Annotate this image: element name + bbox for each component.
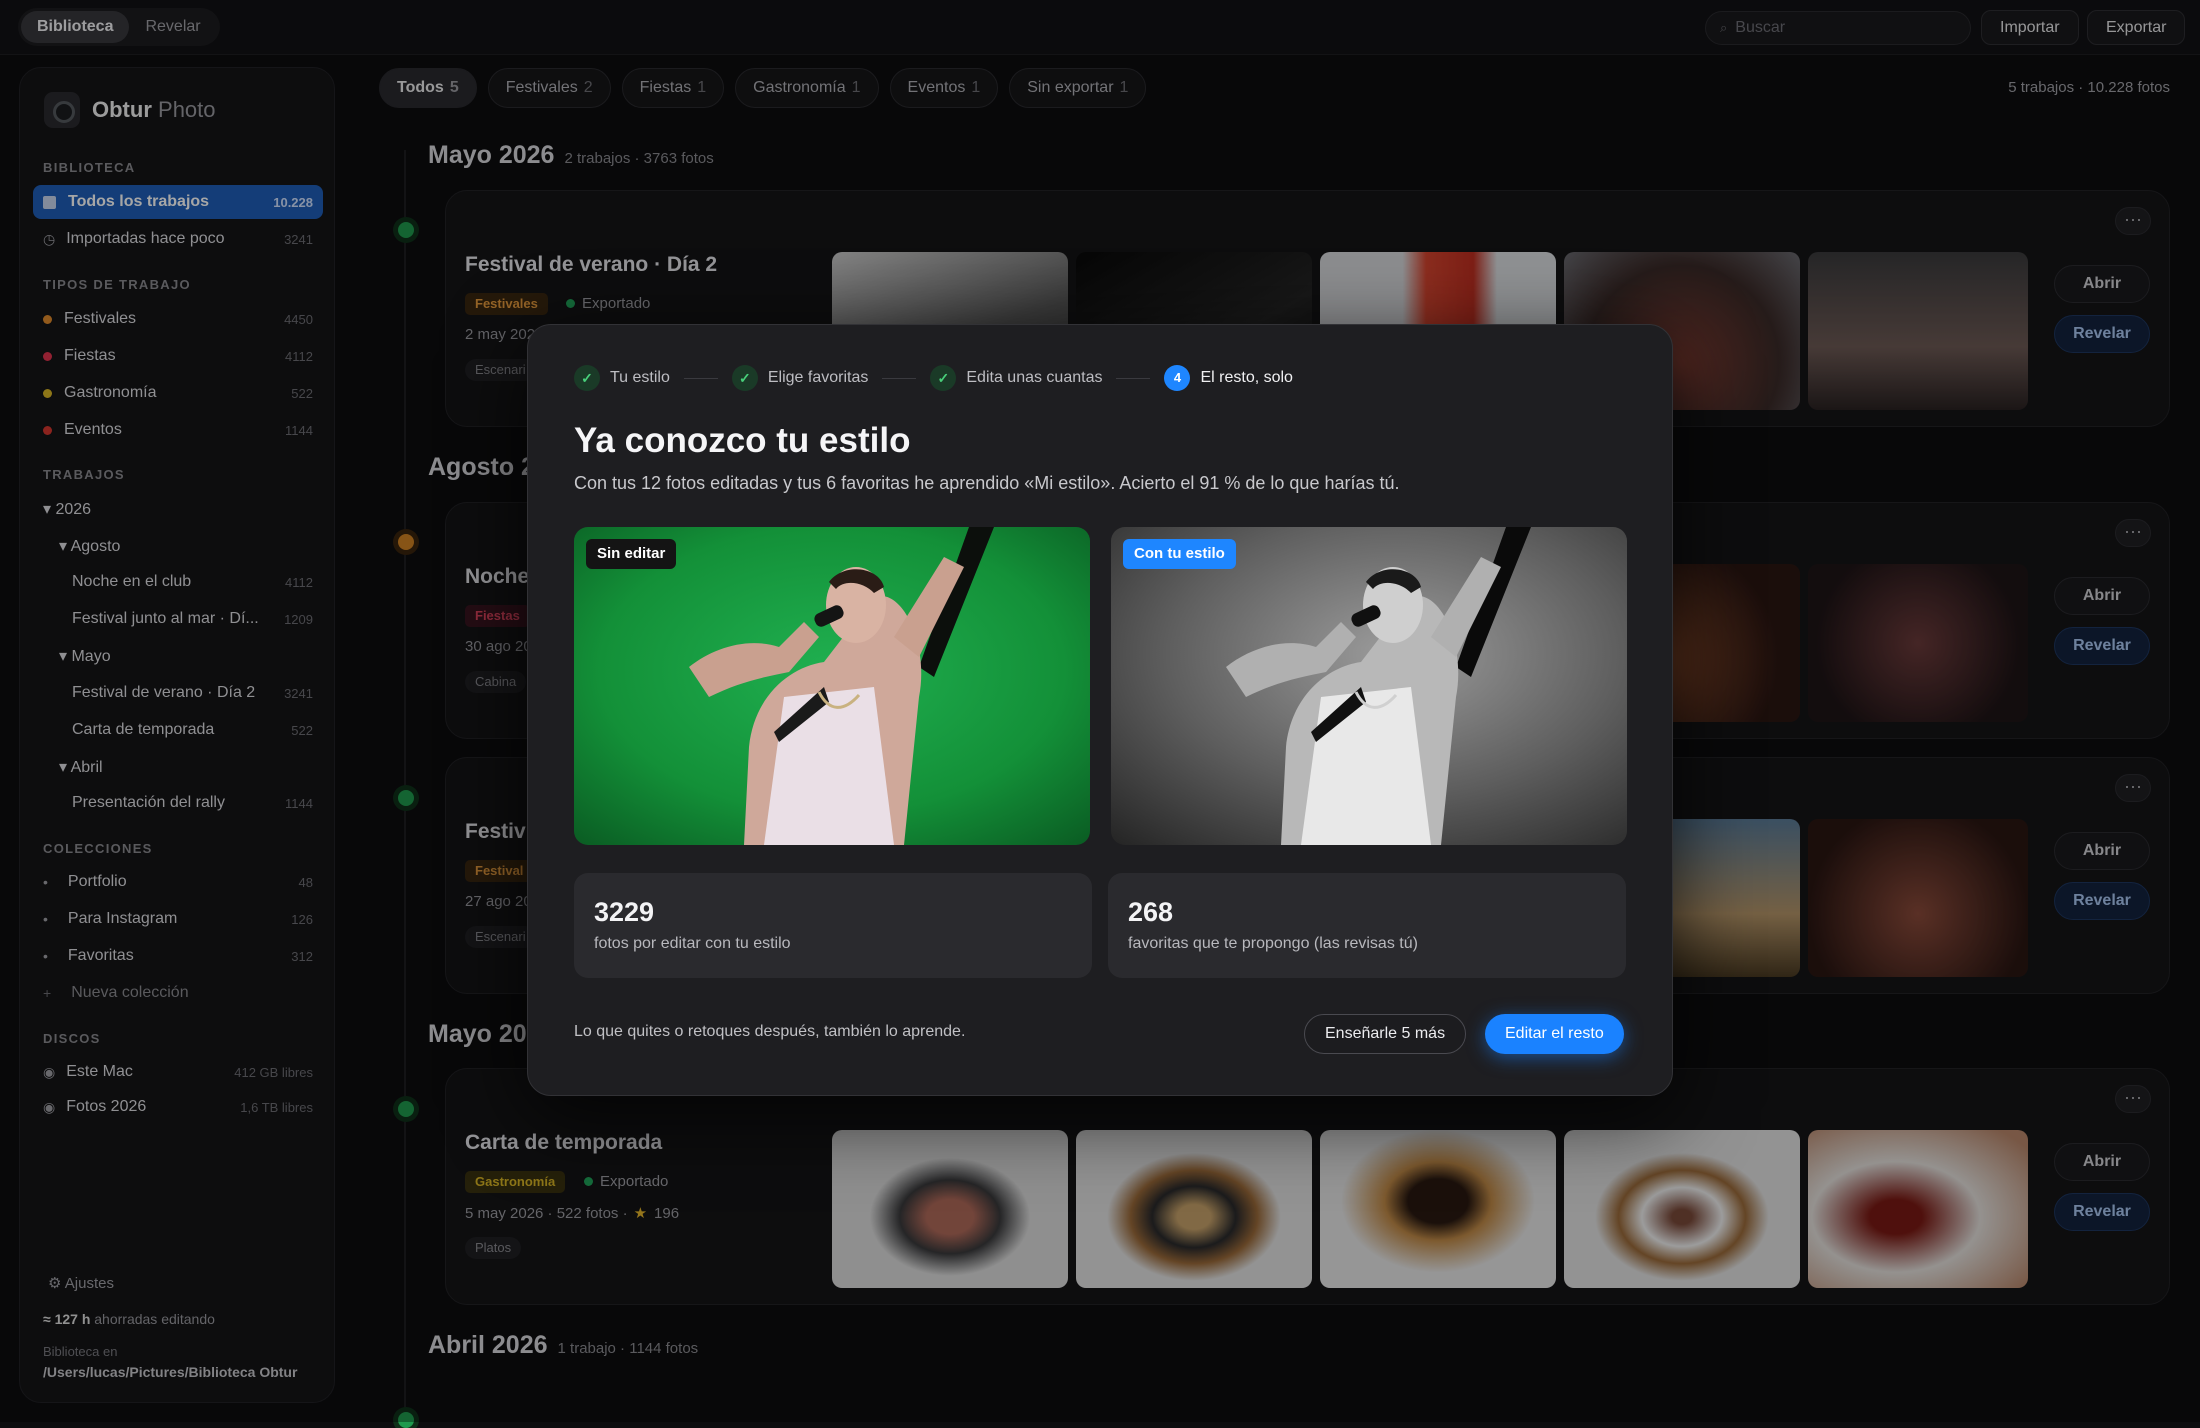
before-badge: Sin editar [586,539,677,569]
proposed-favorites-stat: 268 favoritas que te propongo (las revis… [1108,873,1626,978]
teach-more-button[interactable]: Enseñarle 5 más [1304,1014,1467,1054]
stat-value: 3229 [594,897,655,927]
step-label: Tu estilo [610,369,670,386]
step-elige-favoritas: ✓ Elige favoritas [731,365,869,391]
concert-photo-styled [1111,527,1627,845]
dialog-note: Lo que quites o retoques después, tambié… [574,1023,966,1040]
check-icon: ✓ [930,365,957,391]
check-icon: ✓ [574,365,600,391]
photos-to-edit-stat: 3229 fotos por editar con tu estilo [574,873,1092,978]
step-label: Elige favoritas [767,369,869,386]
step-edita-unas-cuantas: ✓ Edita unas cuantas [930,365,1102,391]
stat-value: 268 [1128,897,1174,927]
step-tu-estilo: ✓ Tu estilo [574,365,670,391]
step-number: 4 [1164,365,1191,391]
concert-photo-original [574,527,1090,845]
style-learned-dialog: ✓ Tu estilo ✓ Elige favoritas ✓ Edita unas … [527,324,1673,1096]
check-icon: ✓ [731,365,758,391]
step-el-resto-solo: 4 El resto, solo [1164,365,1293,391]
before-photo: Sin editar [574,527,1090,845]
dialog-title: Ya conozco tu estilo [574,421,911,460]
dialog-subtitle: Con tus 12 fotos editadas y tus 6 favori… [574,473,1400,493]
edit-rest-button[interactable]: Editar el resto [1485,1014,1624,1054]
step-connector [1116,377,1151,379]
stat-label: fotos por editar con tu estilo [594,935,791,952]
after-photo: Con tu estilo [1111,527,1627,845]
stat-label: favoritas que te propongo (las revisas t… [1128,935,1418,952]
wizard-steps: ✓ Tu estilo ✓ Elige favoritas ✓ Edita unas … [574,365,1293,391]
step-connector [882,377,917,379]
step-connector [683,377,718,379]
after-badge: Con tu estilo [1123,539,1236,569]
step-label: Edita unas cuantas [966,369,1103,386]
step-label: El resto, solo [1200,369,1293,386]
